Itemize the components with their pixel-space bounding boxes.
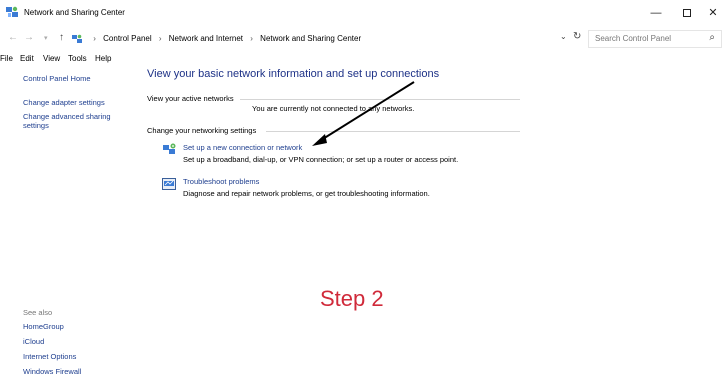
minimize-icon: — <box>650 7 662 19</box>
troubleshoot-icon <box>162 178 176 190</box>
see-also-windows-firewall[interactable]: Windows Firewall <box>23 367 81 376</box>
sidebar-item-change-advanced-sharing[interactable]: Change advanced sharing settings <box>23 112 123 130</box>
recent-locations-chevron-icon[interactable]: ▾ <box>44 34 48 42</box>
divider <box>266 131 520 132</box>
troubleshoot-problems-link[interactable]: Troubleshoot problems <box>183 177 259 186</box>
menu-view[interactable]: View <box>43 54 60 63</box>
troubleshoot-problems-description: Diagnose and repair network problems, or… <box>183 189 430 198</box>
sidebar-item-control-panel-home[interactable]: Control Panel Home <box>23 74 91 83</box>
menu-help[interactable]: Help <box>95 54 111 63</box>
breadcrumb-network-sharing[interactable]: Network and Sharing Center <box>260 34 361 43</box>
see-also-internet-options[interactable]: Internet Options <box>23 352 76 361</box>
menu-bar: File Edit View Tools Help <box>0 52 722 66</box>
address-dropdown-icon[interactable]: ⌄ <box>560 32 567 41</box>
search-icon[interactable]: ⌕ <box>709 32 715 43</box>
active-networks-label: View your active networks <box>147 94 234 103</box>
step-label: Step 2 <box>320 286 384 311</box>
search-box[interactable]: Search Control Panel ⌕ <box>588 30 722 48</box>
breadcrumb-control-panel[interactable]: Control Panel <box>103 34 151 43</box>
breadcrumb-network-internet[interactable]: Network and Internet <box>169 34 243 43</box>
close-button[interactable]: ✕ <box>703 4 722 22</box>
setup-new-connection-link[interactable]: Set up a new connection or network <box>183 143 302 152</box>
see-also-homegroup[interactable]: HomeGroup <box>23 322 64 331</box>
up-button[interactable]: ↑ <box>59 32 64 43</box>
network-center-icon <box>6 6 18 17</box>
control-panel-icon <box>72 34 82 43</box>
back-button[interactable]: ← <box>8 32 18 43</box>
setup-new-connection-description: Set up a broadband, dial-up, or VPN conn… <box>183 155 459 164</box>
menu-edit[interactable]: Edit <box>20 54 34 63</box>
change-settings-label: Change your networking settings <box>147 126 257 135</box>
chevron-right-icon: › <box>93 34 96 43</box>
see-also-icloud[interactable]: iCloud <box>23 337 44 346</box>
forward-button[interactable]: → <box>24 32 34 43</box>
not-connected-text: You are currently not connected to any n… <box>252 104 415 113</box>
minimize-button[interactable]: — <box>646 4 666 22</box>
title-bar: Network and Sharing Center — ✕ <box>0 0 722 26</box>
chevron-right-icon: › <box>250 34 253 43</box>
window-title: Network and Sharing Center <box>24 8 125 17</box>
maximize-button[interactable] <box>677 4 697 22</box>
page-title: View your basic network information and … <box>147 68 440 80</box>
sidebar-item-change-adapter-settings[interactable]: Change adapter settings <box>23 98 105 107</box>
divider <box>240 99 520 100</box>
refresh-icon[interactable]: ↻ <box>573 31 581 42</box>
see-also-heading: See also <box>23 308 53 317</box>
chevron-right-icon: › <box>158 34 162 43</box>
new-connection-icon <box>163 143 176 154</box>
menu-tools[interactable]: Tools <box>68 54 87 63</box>
close-icon: ✕ <box>708 7 718 19</box>
search-input[interactable]: Search Control Panel <box>595 34 671 43</box>
menu-file[interactable]: File <box>0 54 13 63</box>
maximize-icon <box>683 9 691 17</box>
address-bar[interactable]: › Control Panel › Network and Internet ›… <box>72 31 577 47</box>
sidebar: Control Panel Home Change adapter settin… <box>0 66 140 387</box>
